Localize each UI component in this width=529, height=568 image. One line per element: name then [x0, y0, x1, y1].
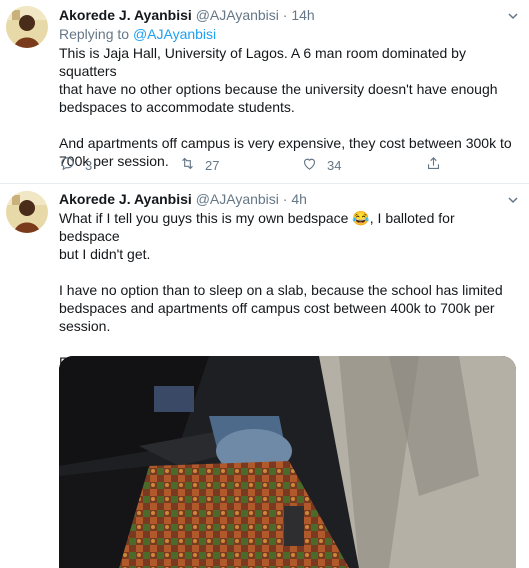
tweet-text: What if I tell you guys this is my own b…: [59, 210, 503, 370]
chevron-down-icon[interactable]: [507, 8, 519, 20]
retweet-count: 27: [205, 157, 220, 173]
author-handle[interactable]: @AJAyanbisi: [196, 7, 279, 23]
tweet-header: Akorede J. Ayanbisi @AJAyanbisi · 4h: [59, 190, 519, 209]
replying-to: Replying to @AJAyanbisi: [59, 25, 519, 44]
share-button[interactable]: [425, 155, 442, 175]
tweet-time[interactable]: 14h: [291, 7, 314, 23]
like-icon: [301, 155, 318, 175]
retweet-icon: [179, 155, 196, 175]
retweet-button[interactable]: 27: [179, 155, 219, 175]
reply-count: 3: [85, 157, 93, 173]
author-name[interactable]: Akorede J. Ayanbisi: [59, 7, 192, 23]
author-handle[interactable]: @AJAyanbisi: [196, 191, 279, 207]
share-icon: [425, 155, 442, 175]
replying-to-link[interactable]: @AJAyanbisi: [133, 26, 216, 42]
tweet-header: Akorede J. Ayanbisi @AJAyanbisi · 14h: [59, 6, 519, 25]
avatar[interactable]: [6, 191, 48, 233]
reply-icon: [59, 155, 76, 175]
tweet-2[interactable]: Akorede J. Ayanbisi @AJAyanbisi · 4h Wha…: [0, 184, 529, 568]
reply-button[interactable]: 3: [59, 155, 92, 175]
author-name[interactable]: Akorede J. Ayanbisi: [59, 191, 192, 207]
like-count: 34: [327, 157, 342, 173]
separator-dot: ·: [282, 7, 288, 23]
tweet-text: This is Jaja Hall, University of Lagos. …: [59, 45, 512, 169]
separator-dot: ·: [282, 191, 288, 207]
replying-prefix: Replying to: [59, 26, 133, 42]
tweet-actions: 3 27 34: [59, 155, 499, 175]
avatar[interactable]: [6, 6, 48, 48]
like-button[interactable]: 34: [301, 155, 341, 175]
chevron-down-icon[interactable]: [507, 192, 519, 204]
tweet-1[interactable]: Akorede J. Ayanbisi @AJAyanbisi · 14h Re…: [0, 0, 529, 184]
tweet-time[interactable]: 4h: [291, 191, 307, 207]
tweet-photo[interactable]: [59, 356, 516, 568]
